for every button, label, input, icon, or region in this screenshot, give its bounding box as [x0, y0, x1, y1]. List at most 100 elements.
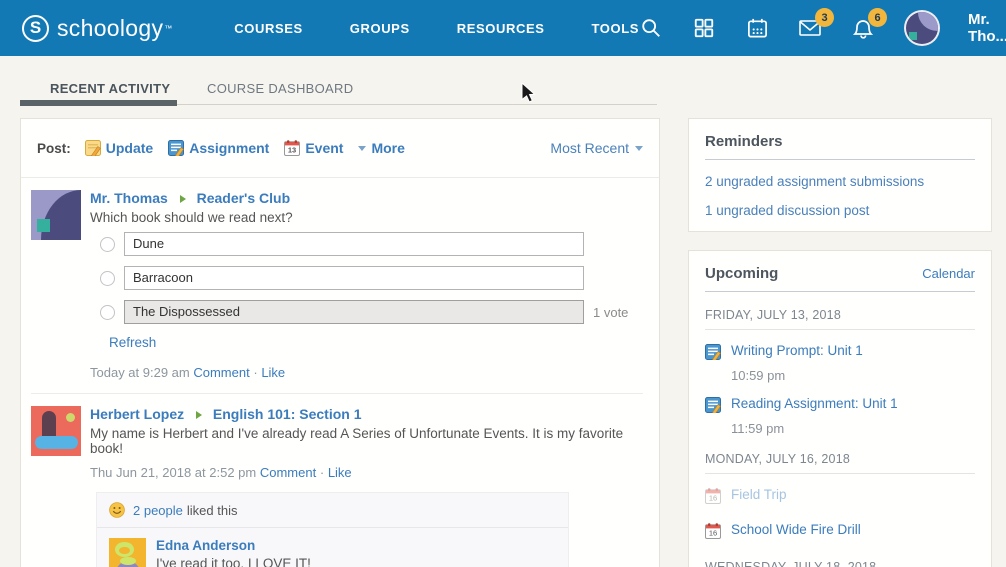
- tab-course-dashboard[interactable]: COURSE DASHBOARD: [207, 81, 353, 96]
- reminders-title: Reminders: [705, 133, 975, 150]
- messages-badge: 3: [815, 8, 834, 27]
- reminders-panel: Reminders 2 ungraded assignment submissi…: [688, 118, 992, 232]
- schoology-s-icon: S: [22, 15, 49, 42]
- nav-item-resources[interactable]: RESOURCES: [457, 21, 545, 36]
- calendar-icon[interactable]: [745, 16, 769, 40]
- post-assignment-button[interactable]: Assignment: [168, 140, 269, 156]
- update-icon: [85, 140, 101, 156]
- top-navigation-bar: S schoology ™ COURSES GROUPS RESOURCES T…: [0, 0, 1006, 56]
- text-post: Herbert Lopez English 101: Section 1 My …: [21, 394, 659, 567]
- poll-question: Which book should we read next?: [90, 210, 643, 225]
- upcoming-item: 16 School Wide Fire Drill: [705, 522, 975, 544]
- upcoming-item-link[interactable]: Reading Assignment: Unit 1: [731, 396, 898, 411]
- schoology-logo[interactable]: S schoology ™: [22, 15, 172, 42]
- panel-rule: [705, 159, 975, 160]
- avatar-herbert-lopez[interactable]: [31, 406, 81, 456]
- assignment-icon: [168, 140, 184, 156]
- poll-option-row: Barracoon: [100, 266, 643, 290]
- avatar-mr-thomas[interactable]: [31, 190, 81, 240]
- post-event-button[interactable]: 13 Event: [284, 140, 343, 156]
- poll-option-barracoon[interactable]: Barracoon: [124, 266, 584, 290]
- comment-link[interactable]: Comment: [193, 365, 249, 380]
- upcoming-item: Reading Assignment: Unit 1: [705, 396, 975, 418]
- post-group-link[interactable]: Reader's Club: [197, 190, 291, 206]
- upcoming-item-link[interactable]: Field Trip: [731, 487, 787, 502]
- activity-feed-card: Post: Update Assignment 13 Event More Mo…: [20, 118, 660, 567]
- likers-link[interactable]: 2 people: [133, 503, 183, 518]
- event-icon: 16: [705, 523, 721, 544]
- caret-down-icon: [635, 146, 643, 151]
- poll-refresh-link[interactable]: Refresh: [109, 335, 156, 350]
- main-nav: COURSES GROUPS RESOURCES TOOLS: [234, 21, 639, 36]
- brand-wordmark: schoology: [57, 15, 163, 42]
- reminder-ungraded-assignments-link[interactable]: 2 ungraded assignment submissions: [705, 174, 975, 189]
- post-timestamp: Thu Jun 21, 2018 at 2:52 pm: [90, 465, 256, 480]
- poll-radio-dune[interactable]: [100, 237, 115, 252]
- post-label: Post:: [37, 141, 71, 156]
- poll-options: Dune Barracoon The Dispossessed 1 vote: [90, 232, 643, 324]
- breadcrumb-arrow-icon: [196, 411, 202, 419]
- poll-vote-count: 1 vote: [593, 305, 628, 320]
- search-icon[interactable]: [639, 16, 663, 40]
- messages-icon[interactable]: 3: [798, 16, 822, 40]
- upcoming-title: Upcoming: [705, 265, 778, 282]
- notifications-bell-icon[interactable]: 6: [851, 16, 875, 40]
- like-link[interactable]: Like: [328, 465, 352, 480]
- comment-item: Edna Anderson I've read it too, I LOVE I…: [97, 528, 568, 567]
- liked-this-text: liked this: [187, 503, 238, 518]
- post-course-link[interactable]: English 101: Section 1: [213, 406, 362, 422]
- poll-option-dune[interactable]: Dune: [124, 232, 584, 256]
- nav-item-groups[interactable]: GROUPS: [350, 21, 410, 36]
- apps-grid-icon[interactable]: [692, 16, 716, 40]
- upcoming-panel: Upcoming Calendar FRIDAY, JULY 13, 2018 …: [688, 250, 992, 567]
- upcoming-date-header: WEDNESDAY, JULY 18, 2018: [705, 560, 975, 567]
- dot-separator: ·: [253, 365, 257, 380]
- breadcrumb-arrow-icon: [180, 195, 186, 203]
- tab-baseline: [177, 104, 657, 105]
- nav-item-tools[interactable]: TOOLS: [591, 21, 639, 36]
- upcoming-item-link[interactable]: Writing Prompt: Unit 1: [731, 343, 863, 358]
- comment-link[interactable]: Comment: [260, 465, 316, 480]
- post-more-button[interactable]: More: [358, 140, 404, 156]
- brand-trademark: ™: [164, 24, 172, 33]
- reminder-ungraded-discussion-link[interactable]: 1 ungraded discussion post: [705, 203, 975, 218]
- svg-text:13: 13: [288, 146, 296, 155]
- sort-dropdown[interactable]: Most Recent: [550, 140, 643, 156]
- calendar-link[interactable]: Calendar: [922, 266, 975, 281]
- user-avatar[interactable]: [904, 10, 940, 46]
- upcoming-date-header: FRIDAY, JULY 13, 2018: [705, 308, 975, 322]
- poll-radio-dispossessed[interactable]: [100, 305, 115, 320]
- date-rule: [705, 329, 975, 330]
- poll-option-dispossessed[interactable]: The Dispossessed: [124, 300, 584, 324]
- upcoming-item-link[interactable]: School Wide Fire Drill: [731, 522, 861, 537]
- upcoming-item-past: 16 Field Trip: [705, 487, 975, 509]
- comment-body: I've read it too, I LOVE IT!: [156, 556, 353, 567]
- caret-down-icon: [358, 146, 366, 151]
- nav-icon-cluster: 3 6: [639, 10, 940, 46]
- post-update-button[interactable]: Update: [85, 140, 153, 156]
- liked-by-row: 2 people liked this: [97, 493, 568, 528]
- svg-text:16: 16: [709, 529, 717, 538]
- poll-radio-barracoon[interactable]: [100, 271, 115, 286]
- post-author-link[interactable]: Mr. Thomas: [90, 190, 168, 206]
- avatar-edna-anderson[interactable]: [109, 538, 146, 567]
- active-tab-indicator: [20, 100, 177, 106]
- smiley-icon: [109, 502, 125, 518]
- panel-rule: [705, 291, 975, 292]
- svg-text:16: 16: [709, 494, 717, 503]
- user-name[interactable]: Mr. Tho...: [968, 11, 1006, 45]
- nav-item-courses[interactable]: COURSES: [234, 21, 303, 36]
- post-author-link[interactable]: Herbert Lopez: [90, 406, 184, 422]
- assignment-icon: [705, 397, 721, 418]
- like-link[interactable]: Like: [261, 365, 285, 380]
- upcoming-item-time: 11:59 pm: [731, 421, 975, 436]
- comment-thread: 2 people liked this Edna Anderson I've r…: [96, 492, 569, 567]
- upcoming-date-header: MONDAY, JULY 16, 2018: [705, 452, 975, 466]
- poll-option-row: Dune: [100, 232, 643, 256]
- dot-separator: ·: [320, 465, 324, 480]
- tab-recent-activity[interactable]: RECENT ACTIVITY: [50, 81, 170, 96]
- comment-author-link[interactable]: Edna Anderson: [156, 538, 255, 553]
- assignment-icon: [705, 344, 721, 365]
- post-body: My name is Herbert and I've already read…: [90, 426, 643, 456]
- date-rule: [705, 473, 975, 474]
